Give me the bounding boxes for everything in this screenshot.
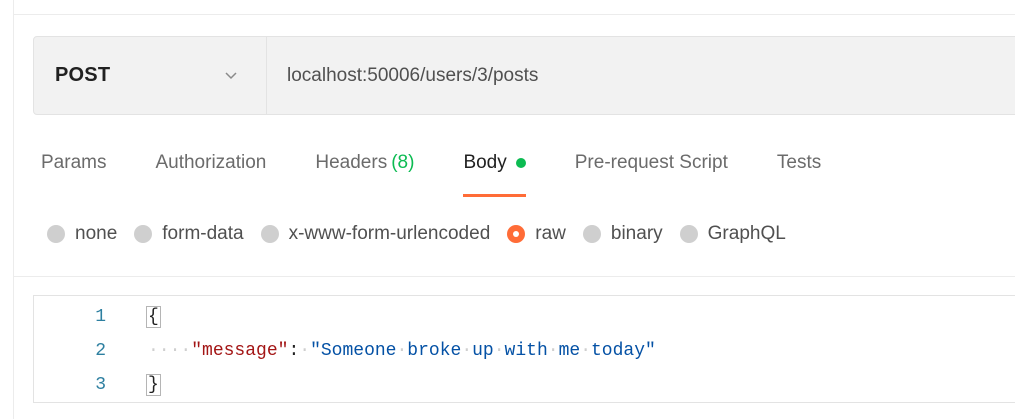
request-bar: POST: [33, 36, 1015, 115]
panel-top-border: [14, 14, 1015, 15]
radio-icon: [47, 225, 65, 243]
dot-icon: [515, 158, 526, 168]
body-type-urlencoded[interactable]: x-www-form-urlencoded: [260, 223, 491, 245]
editor-line: 1 {: [34, 300, 159, 334]
editor-line: 2 ····"message":·"Someone·broke·up·with·…: [34, 334, 656, 368]
space-whitespace: ·: [299, 341, 311, 361]
tab-body[interactable]: Body: [463, 148, 526, 197]
body-type-label: binary: [610, 223, 663, 244]
code-text: {: [148, 307, 159, 327]
url-input[interactable]: [267, 36, 1015, 115]
tab-label: Tests: [776, 152, 822, 173]
method-select[interactable]: POST: [34, 37, 267, 114]
indent-whitespace: ····: [148, 341, 192, 361]
tab-label: Pre-request Script: [574, 152, 728, 173]
body-code-editor[interactable]: 1 { 2 ····"message":·"Someone·broke·up·w…: [33, 295, 1015, 403]
tab-label: Body: [463, 152, 507, 173]
line-number: 2: [95, 341, 106, 361]
tab-pre-request-script[interactable]: Pre-request Script: [575, 148, 728, 178]
body-type-none[interactable]: none: [47, 223, 117, 245]
panel-left-border: [13, 0, 14, 419]
request-tabs: Params Authorization Headers (8) Body Pre…: [41, 148, 870, 197]
json-key: "message": [191, 341, 289, 361]
body-type-label: form-data: [162, 223, 244, 244]
tab-headers[interactable]: Headers (8): [315, 148, 414, 178]
radio-icon: [134, 225, 153, 243]
tab-tests[interactable]: Tests: [777, 148, 821, 178]
radio-checked-icon: [507, 225, 526, 243]
radio-icon: [582, 225, 601, 243]
body-type-raw[interactable]: raw: [507, 223, 566, 245]
chevron-down-icon: [225, 72, 237, 80]
body-type-radio-group: none form-data x-www-form-urlencoded raw…: [47, 223, 803, 245]
editor-line: 3 }: [34, 368, 159, 402]
radio-icon: [679, 225, 698, 243]
headers-count: (8): [391, 152, 415, 173]
json-colon: :: [288, 341, 300, 361]
body-type-binary[interactable]: binary: [582, 223, 663, 245]
section-divider: [14, 276, 1015, 277]
tab-params[interactable]: Params: [41, 148, 106, 178]
body-type-label: none: [75, 223, 118, 244]
body-type-form-data[interactable]: form-data: [134, 223, 244, 245]
json-value: "Someone·broke·up·with·me·today": [310, 341, 656, 361]
tab-label: Authorization: [155, 152, 267, 173]
body-type-label: raw: [535, 223, 566, 244]
body-type-label: x-www-form-urlencoded: [288, 223, 491, 244]
body-type-label: GraphQL: [707, 223, 786, 244]
tab-label: Params: [41, 152, 107, 173]
tab-label: Headers: [315, 152, 388, 173]
active-tab-underline: [463, 194, 526, 197]
tab-authorization[interactable]: Authorization: [155, 148, 266, 178]
code-text: }: [148, 375, 159, 395]
line-number: 1: [95, 307, 106, 327]
method-label: POST: [55, 64, 111, 86]
line-number: 3: [95, 375, 106, 395]
body-type-graphql[interactable]: GraphQL: [679, 223, 786, 245]
radio-icon: [260, 225, 279, 243]
